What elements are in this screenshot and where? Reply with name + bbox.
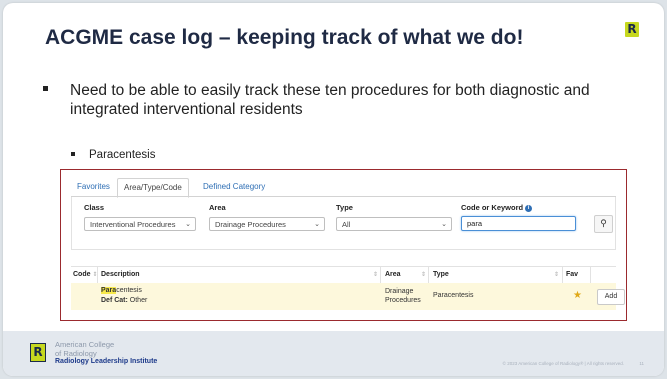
description-rest: centesis bbox=[116, 287, 142, 294]
row-area: Drainage Procedures bbox=[385, 288, 421, 304]
sort-icon-glyph: ⇕ bbox=[421, 272, 427, 278]
sort-icon[interactable]: ⇕ bbox=[373, 267, 378, 283]
table-header: Code ⇕ Description ⇕ Area ⇕ Type ⇕ Fav bbox=[71, 266, 616, 284]
acr-logo-icon: R bbox=[30, 343, 46, 362]
keyword-input[interactable]: para bbox=[461, 216, 576, 231]
area-select[interactable]: Drainage Procedures ⌄ bbox=[209, 217, 325, 231]
type-select-value: All bbox=[342, 220, 351, 229]
add-button[interactable]: Add bbox=[597, 289, 625, 305]
chevron-down-icon: ⌄ bbox=[314, 221, 320, 228]
sort-icon[interactable]: ⇕ bbox=[554, 267, 559, 283]
column-divider bbox=[428, 267, 429, 283]
column-divider bbox=[590, 267, 591, 283]
bullet-2-text: Paracentesis bbox=[89, 149, 156, 161]
case-log-screenshot: Favorites Area/Type/Code Defined Categor… bbox=[60, 169, 627, 321]
class-select-value: Interventional Procedures bbox=[90, 220, 176, 229]
tab-area-type-code[interactable]: Area/Type/Code bbox=[117, 178, 189, 198]
institute-name: Radiology Leadership Institute bbox=[55, 358, 158, 365]
row-defcat: Def Cat: Other bbox=[101, 297, 147, 304]
col-type[interactable]: Type bbox=[433, 267, 449, 283]
col-area[interactable]: Area bbox=[385, 267, 401, 283]
org-name: American College of Radiology bbox=[55, 340, 114, 358]
info-icon[interactable]: i bbox=[525, 205, 533, 212]
area-select-value: Drainage Procedures bbox=[215, 220, 286, 229]
class-select[interactable]: Interventional Procedures ⌄ bbox=[84, 217, 196, 231]
column-divider bbox=[380, 267, 381, 283]
type-label: Type bbox=[336, 203, 353, 212]
table-row[interactable]: Paracentesis Def Cat: Other Drainage Pro… bbox=[71, 283, 625, 310]
sort-icon-glyph: ⇕ bbox=[373, 272, 379, 278]
column-divider bbox=[562, 267, 563, 283]
org-name-line1: American College bbox=[55, 340, 115, 349]
defcat-value: Other bbox=[129, 297, 148, 304]
sort-icon[interactable]: ⇕ bbox=[421, 267, 426, 283]
slide: ACGME case log – keeping track of what w… bbox=[3, 3, 664, 376]
col-code-label: Code bbox=[73, 271, 91, 278]
bullet-square-icon bbox=[43, 86, 48, 91]
copyright: © 2023 American College of Radiology® | … bbox=[502, 361, 624, 366]
area-label: Area bbox=[209, 203, 226, 212]
col-fav: Fav bbox=[566, 271, 579, 278]
row-description: Paracentesis bbox=[101, 287, 142, 294]
type-select[interactable]: All ⌄ bbox=[336, 217, 452, 231]
search-icon: ⚲ bbox=[600, 218, 607, 228]
bullet-1-text: Need to be able to easily track these te… bbox=[70, 82, 590, 118]
chevron-down-icon: ⌄ bbox=[441, 221, 447, 228]
keyword-label: Code or Keyword i bbox=[461, 203, 533, 212]
search-button[interactable]: ⚲ bbox=[594, 215, 613, 233]
chevron-down-icon: ⌄ bbox=[185, 221, 191, 228]
filter-panel: Class Interventional Procedures ⌄ Area D… bbox=[71, 197, 616, 250]
tab-favorites[interactable]: Favorites bbox=[71, 178, 116, 196]
match-highlight: Para bbox=[101, 287, 117, 294]
col-description[interactable]: Description bbox=[101, 267, 140, 283]
class-label: Class bbox=[84, 203, 105, 212]
page-number: 11 bbox=[639, 361, 644, 366]
col-code[interactable]: Code ⇕ bbox=[73, 267, 97, 283]
keyword-label-text: Code or Keyword bbox=[461, 203, 524, 212]
slide-title: ACGME case log – keeping track of what w… bbox=[45, 26, 524, 49]
column-divider bbox=[97, 267, 98, 283]
tab-defined-category[interactable]: Defined Category bbox=[197, 178, 271, 196]
bullet-square-icon bbox=[71, 152, 75, 156]
org-name-line2: of Radiology bbox=[55, 349, 97, 358]
star-icon[interactable]: ★ bbox=[573, 290, 582, 301]
slide-footer: R American College of Radiology Radiology… bbox=[3, 331, 664, 376]
sort-icon-glyph: ⇕ bbox=[554, 272, 560, 278]
defcat-label: Def Cat: bbox=[101, 297, 128, 304]
row-type: Paracentesis bbox=[433, 292, 474, 299]
acr-logo-icon: R bbox=[625, 22, 639, 37]
